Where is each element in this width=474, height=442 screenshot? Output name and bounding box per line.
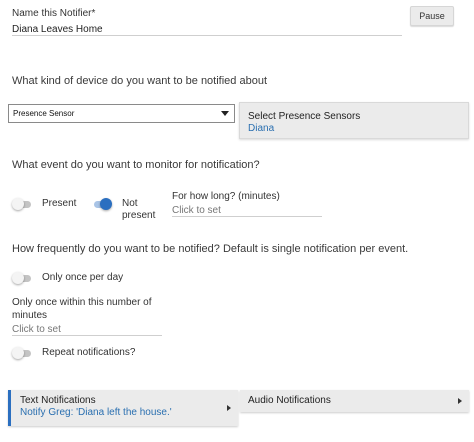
how-long-input[interactable]: Click to set — [172, 203, 322, 217]
name-field-label: Name this Notifier* — [12, 8, 96, 19]
text-notifications-title: Text Notifications — [20, 395, 96, 406]
not-present-toggle[interactable] — [92, 198, 112, 210]
select-presence-sensors-button[interactable]: Select Presence Sensors Diana — [239, 102, 469, 139]
chevron-right-icon — [227, 405, 231, 411]
toggle-knob — [12, 347, 24, 359]
once-within-input[interactable]: Click to set — [12, 322, 162, 336]
frequency-question: How frequently do you want to be notifie… — [12, 243, 409, 255]
once-per-day-toggle[interactable] — [12, 272, 32, 284]
not-present-label: Not present — [122, 198, 155, 222]
toggle-knob — [100, 198, 112, 210]
pause-button[interactable]: Pause — [410, 6, 454, 26]
once-within-label-line1: Only once within this number of — [12, 297, 152, 308]
event-question: What event do you want to monitor for no… — [12, 159, 260, 171]
name-field[interactable]: Diana Leaves Home — [12, 20, 402, 36]
once-within-label: Only once within this number of minutes — [12, 296, 152, 322]
once-per-day-label: Only once per day — [42, 272, 124, 283]
text-notifications-subtitle: Notify Greg: 'Diana left the house.' — [20, 407, 172, 418]
not-present-label-line1: Not — [122, 198, 138, 209]
repeat-toggle[interactable] — [12, 347, 32, 359]
dropdown-arrow-icon — [221, 111, 229, 116]
present-label: Present — [42, 198, 77, 209]
audio-notifications-button[interactable]: Audio Notifications — [240, 390, 469, 412]
repeat-label: Repeat notifications? — [42, 347, 136, 358]
once-within-label-line2: minutes — [12, 310, 48, 321]
toggle-knob — [12, 272, 24, 284]
device-question: What kind of device do you want to be no… — [12, 75, 267, 87]
once-within-placeholder: Click to set — [12, 324, 61, 335]
how-long-placeholder: Click to set — [172, 205, 221, 216]
presence-panel-selected: Diana — [248, 123, 275, 134]
toggle-knob — [12, 198, 24, 210]
how-long-label: For how long? (minutes) — [172, 191, 280, 202]
audio-notifications-title: Audio Notifications — [248, 395, 331, 406]
text-notifications-button[interactable]: Text Notifications Notify Greg: 'Diana l… — [8, 390, 238, 426]
device-type-select[interactable]: Presence Sensor — [8, 104, 235, 123]
chevron-right-icon — [458, 398, 462, 404]
device-type-selected: Presence Sensor — [13, 109, 75, 118]
presence-panel-title: Select Presence Sensors — [248, 111, 361, 122]
name-field-value: Diana Leaves Home — [12, 24, 103, 35]
not-present-label-line2: present — [122, 210, 156, 221]
present-toggle[interactable] — [12, 198, 32, 210]
